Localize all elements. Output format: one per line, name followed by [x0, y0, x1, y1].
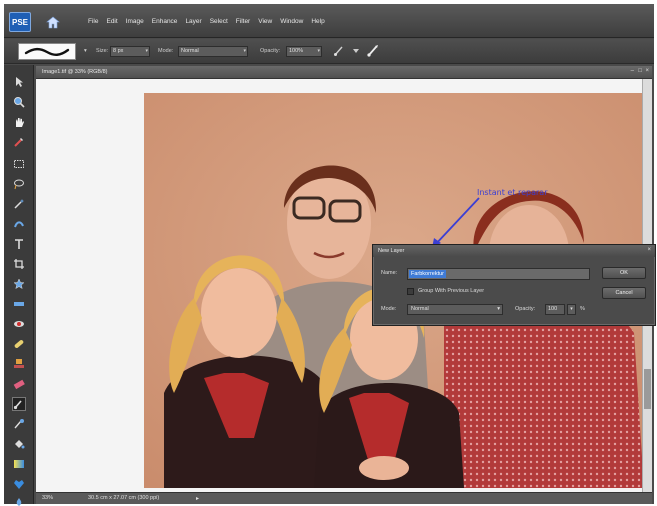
- mode-value: Normal: [181, 48, 199, 54]
- lasso-tool-icon[interactable]: [12, 177, 26, 191]
- document-info: 30.5 cm x 27.07 cm (300 ppi): [88, 495, 160, 501]
- menu-bar: PSE File Edit Image Enhance Layer Select…: [4, 4, 654, 38]
- document-tab[interactable]: Image1.tif @ 33% (RGB/8) – □ ×: [36, 66, 652, 79]
- app-logo: PSE: [9, 12, 31, 32]
- app-window: PSE File Edit Image Enhance Layer Select…: [4, 4, 656, 506]
- status-menu-icon[interactable]: ▸: [196, 495, 199, 502]
- girl-left-face: [201, 268, 277, 358]
- status-bar: 33% 30.5 cm x 27.07 cm (300 ppi) ▸: [36, 492, 652, 504]
- size-value: 8 px: [113, 48, 124, 54]
- dialog-titlebar[interactable]: New Layer ×: [373, 245, 655, 257]
- opacity-value: 100%: [289, 48, 304, 54]
- move-tool-icon[interactable]: [12, 75, 26, 89]
- eyedropper-tool-icon[interactable]: [12, 135, 26, 149]
- menu-view[interactable]: View: [258, 18, 272, 25]
- menu-image[interactable]: Image: [126, 18, 144, 25]
- menu-edit[interactable]: Edit: [106, 18, 117, 25]
- name-label: Name:: [381, 270, 398, 276]
- brush-icon[interactable]: [332, 44, 346, 58]
- minimize-icon[interactable]: –: [631, 68, 634, 74]
- chevron-down-icon: ▾: [243, 48, 246, 54]
- brush-dropdown-arrow[interactable]: ▾: [84, 48, 87, 54]
- menu-file[interactable]: File: [88, 18, 98, 25]
- mode-label: Mode:: [158, 48, 174, 54]
- menu-window[interactable]: Window: [280, 18, 303, 25]
- smart-brush-tool-icon[interactable]: [12, 417, 26, 431]
- chevron-down-icon[interactable]: [349, 44, 363, 58]
- straighten-tool-icon[interactable]: [12, 297, 26, 311]
- menu-enhance[interactable]: Enhance: [152, 18, 178, 25]
- red-eye-tool-icon[interactable]: [12, 317, 26, 331]
- type-tool-icon[interactable]: [12, 237, 26, 251]
- chevron-down-icon: ▾: [145, 48, 148, 54]
- crop-tool-icon[interactable]: [12, 257, 26, 271]
- ok-button[interactable]: OK: [602, 267, 646, 279]
- layer-name-input[interactable]: Farbkorrektur: [407, 268, 590, 280]
- zoom-level[interactable]: 33%: [42, 495, 53, 501]
- cancel-button[interactable]: Cancel: [602, 287, 646, 299]
- maximize-icon[interactable]: □: [638, 68, 642, 74]
- percent-label: %: [580, 306, 585, 312]
- quick-selection-tool-icon[interactable]: [12, 217, 26, 231]
- size-field[interactable]: 8 px ▾: [110, 46, 150, 57]
- paint-bucket-tool-icon[interactable]: [12, 437, 26, 451]
- marquee-tool-icon[interactable]: [12, 157, 26, 171]
- magic-wand-tool-icon[interactable]: [12, 197, 26, 211]
- clone-stamp-tool-icon[interactable]: [12, 357, 26, 371]
- layer-name-value: Farbkorrektur: [409, 270, 447, 278]
- shape-tool-icon[interactable]: [12, 477, 26, 491]
- eraser-tool-icon[interactable]: [12, 377, 26, 391]
- close-icon[interactable]: ×: [645, 68, 649, 74]
- group-with-previous-label: Group With Previous Layer: [418, 288, 485, 294]
- opacity-label: Opacity:: [515, 306, 536, 312]
- blur-tool-icon[interactable]: [12, 495, 26, 506]
- hand-tool-icon[interactable]: [12, 115, 26, 129]
- menu-layer[interactable]: Layer: [185, 18, 201, 25]
- cookie-cutter-tool-icon[interactable]: [12, 277, 26, 291]
- new-layer-dialog: New Layer × Name: Farbkorrektur Group Wi…: [372, 244, 656, 326]
- chevron-down-icon: ▾: [317, 48, 320, 54]
- menu-help[interactable]: Help: [311, 18, 324, 25]
- opacity-field[interactable]: 100% ▾: [286, 46, 322, 57]
- mode-select[interactable]: Normal ▾: [178, 46, 248, 57]
- zoom-tool-icon[interactable]: [12, 95, 26, 109]
- document-title: Image1.tif @ 33% (RGB/8): [42, 69, 108, 75]
- opacity-input[interactable]: 100: [545, 304, 565, 315]
- gradient-tool-icon[interactable]: [12, 457, 26, 471]
- size-label: Size:: [96, 48, 109, 54]
- brush-tool-icon[interactable]: [12, 397, 26, 411]
- opacity-slider-toggle[interactable]: ▾: [567, 304, 576, 315]
- handwritten-annotation: Instant et reparar: [477, 188, 548, 197]
- menu-filter[interactable]: Filter: [236, 18, 250, 25]
- dialog-title: New Layer: [378, 248, 405, 254]
- mode-value: Normal: [411, 306, 429, 312]
- brush-preset-picker[interactable]: [18, 43, 76, 60]
- mode-label: Mode:: [381, 306, 397, 312]
- spot-healing-tool-icon[interactable]: [12, 337, 26, 351]
- menu-select[interactable]: Select: [210, 18, 228, 25]
- chevron-down-icon: ▾: [497, 306, 500, 312]
- close-icon[interactable]: ×: [647, 247, 651, 253]
- group-with-previous-checkbox[interactable]: [407, 288, 414, 295]
- opacity-value: 100: [548, 306, 558, 312]
- options-bar: ▾ Size: 8 px ▾ Mode: Normal ▾ Opacity: 1…: [4, 39, 654, 64]
- scrollbar-thumb[interactable]: [644, 369, 651, 409]
- main-menu: File Edit Image Enhance Layer Select Fil…: [88, 18, 325, 25]
- mode-select[interactable]: Normal ▾: [407, 304, 503, 315]
- opacity-label: Opacity:: [260, 48, 281, 54]
- toolbox: [4, 65, 34, 506]
- home-icon[interactable]: [44, 13, 62, 31]
- airbrush-icon[interactable]: [366, 44, 380, 58]
